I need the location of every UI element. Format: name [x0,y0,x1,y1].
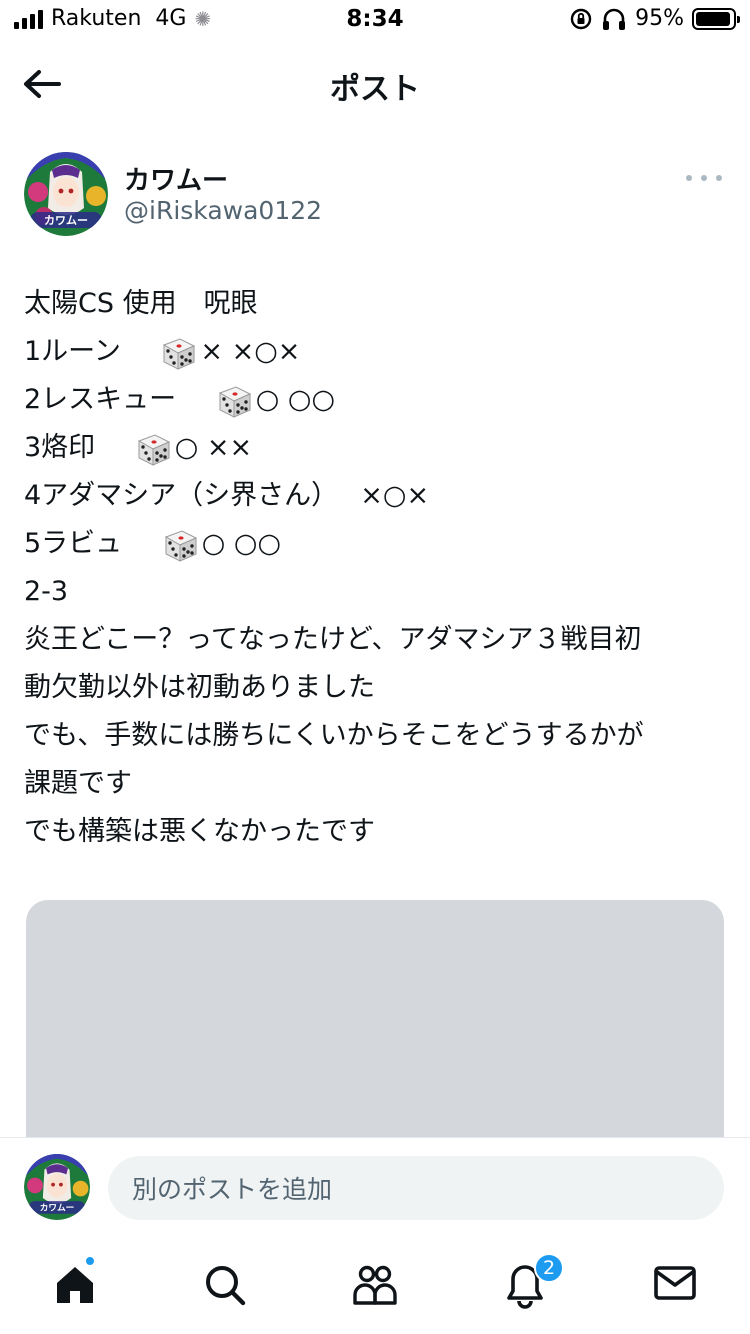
post-text-line: 課題です [24,760,726,808]
rotation-lock-icon [570,8,592,29]
reply-placeholder: 別のポストを追加 [132,1175,333,1204]
post-text-line: 1ルーン × ×○× [24,328,726,376]
avatar-illustration: カワムー [24,1154,90,1220]
post-text-segment: でも、手数には勝ちにくいからそこをどうするかが [24,720,644,751]
tab-messages[interactable] [600,1237,750,1334]
reply-bar: カワムー 別のポストを追加 [0,1137,750,1237]
tab-search[interactable] [150,1237,300,1334]
reply-input[interactable]: 別のポストを追加 [108,1156,724,1220]
post-text-line: 2-3 [24,568,726,616]
tab-home[interactable] [0,1237,150,1334]
home-icon [57,1267,93,1303]
svg-text:カワムー: カワムー [40,1203,75,1214]
notifications-badge: 2 [534,1253,564,1283]
post-text-segment: 2レスキュー [24,384,212,415]
post-text-segment: 2-3 [24,576,69,607]
game-die-emoji [131,424,175,472]
home-new-dot [84,1255,96,1267]
dot [686,175,692,181]
tab-communities[interactable] [300,1237,450,1334]
post-author: カワムー カワムー @iRiskawa0122 [24,152,726,238]
game-die-emoji [212,376,256,424]
post-text-segment: 課題です [24,768,132,799]
game-die-icon [218,385,251,418]
avatar-illustration: カワムー [24,152,108,236]
author-handle[interactable]: @iRiskawa0122 [124,196,322,225]
post-text-segment: 炎王どこー？ってなったけど、アダマシア３戦目初 [24,624,642,655]
header: ポスト [0,44,750,124]
game-die-icon [163,337,196,370]
my-avatar[interactable]: カワムー [24,1154,90,1220]
mail-icon [654,1266,696,1300]
post-text-line: 5ラビュ ○ ○○ [24,520,726,568]
post-text-segment: 動欠勤以外は初動ありました [24,672,375,703]
post-text-segment: 1ルーン [24,336,157,367]
post-text-segment: 5ラビュ [24,528,158,559]
author-name[interactable]: カワムー [124,160,228,197]
game-die-emoji [158,520,202,568]
post-text-segment: 4アダマシア（シ界さん） ×○× [24,480,430,511]
post-text-segment: 太陽CS 使用 呪眼 [24,288,258,319]
post-text: 太陽CS 使用 呪眼 1ルーン × ×○× 2レスキュー ○ ○○ 3烙印 ○ ×× 4… [24,280,726,856]
search-icon [206,1266,246,1306]
post-text-segment: 3烙印 [24,432,131,463]
status-right: 95% [569,6,740,31]
post-text-line: 3烙印 ○ ×× [24,424,726,472]
post-text-line: 太陽CS 使用 呪眼 [24,280,726,328]
tab-bar: 2 [0,1237,750,1334]
battery-percent: 95% [635,6,684,31]
svg-text:カワムー: カワムー [44,214,88,227]
post-text-line: 2レスキュー ○ ○○ [24,376,726,424]
post-text-line: 炎王どこー？ってなったけど、アダマシア３戦目初 [24,616,726,664]
author-avatar[interactable]: カワムー [24,152,108,236]
game-die-emoji [156,328,200,376]
post-text-segment: ○ ×× [174,432,253,463]
game-die-icon [164,529,197,562]
post-text-line: でも構築は悪くなかったです [24,808,726,856]
status-bar: Rakuten 4G ✺ 8:34 95% [0,0,750,40]
game-die-icon [137,433,170,466]
post-text-segment: でも構築は悪くなかったです [24,816,375,847]
post-text-line: でも、手数には勝ちにくいからそこをどうするかが [24,712,726,760]
battery-icon [692,7,740,30]
post-text-line: 動欠勤以外は初動ありました [24,664,726,712]
dot [716,175,722,181]
post-text-segment: ○ ○○ [255,384,336,415]
dot [701,175,707,181]
post-text-segment: ○ ○○ [201,528,282,559]
headphones-icon [603,8,626,30]
communities-icon [353,1265,397,1305]
page-title: ポスト [330,72,420,107]
post-text-segment: × ×○× [200,336,301,367]
more-options-button[interactable] [686,168,722,188]
post-text-line: 4アダマシア（シ界さん） ×○× [24,472,726,520]
tab-notifications[interactable]: 2 [450,1237,600,1334]
